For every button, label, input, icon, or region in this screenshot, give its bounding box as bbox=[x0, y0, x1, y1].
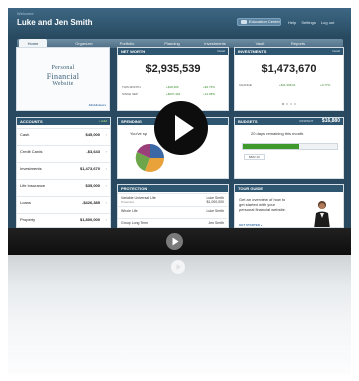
accounts-add-link[interactable]: + Add bbox=[99, 118, 107, 125]
control-play-button[interactable] bbox=[166, 233, 183, 250]
net-worth-row-2-change: +$297,402 bbox=[166, 92, 181, 96]
investments-detail-link[interactable]: Detail bbox=[332, 48, 340, 55]
account-row[interactable]: Cash $45,000 › bbox=[17, 128, 110, 140]
budgets-unspent-label: UNSPENT bbox=[299, 119, 314, 123]
accounts-title: ACCOUNTS bbox=[20, 119, 43, 124]
chevron-right-icon: › bbox=[105, 200, 107, 205]
account-row[interactable]: Life Insurance $35,000 › bbox=[17, 179, 110, 191]
help-link[interactable]: Help bbox=[288, 20, 296, 25]
protection-title: PROTECTION bbox=[121, 186, 148, 191]
education-icon bbox=[241, 20, 247, 24]
policy-amount: $1,000,000 bbox=[206, 200, 224, 204]
net-worth-row-1-pct: +$4.76% bbox=[203, 85, 215, 89]
education-center-label: Education Center bbox=[249, 19, 280, 24]
account-name: Property bbox=[20, 217, 36, 222]
top-links: Help Settings Log out bbox=[288, 20, 338, 25]
account-name: Loans bbox=[20, 200, 31, 205]
investments-change-value: +$11,308.01 bbox=[279, 83, 296, 87]
chevron-right-icon: › bbox=[105, 166, 107, 171]
net-worth-row-2-label: SINCE SEP bbox=[122, 92, 139, 96]
chevron-right-icon: › bbox=[105, 132, 107, 137]
budgets-remaining-text: 20 days remaining this month. bbox=[251, 131, 305, 136]
chevron-right-icon: › bbox=[105, 149, 107, 154]
budgets-header: BUDGETS UNSPENT $16,880 bbox=[235, 118, 343, 125]
budgets-card: BUDGETS UNSPENT $16,880 20 days remainin… bbox=[234, 117, 344, 179]
investments-pager[interactable] bbox=[282, 103, 298, 105]
spending-text: You've sp bbox=[130, 131, 148, 136]
protection-card: PROTECTION Variable Universal Life Prote… bbox=[117, 184, 229, 228]
budget-spent-label: $882.16 bbox=[244, 154, 265, 160]
protection-row[interactable]: Whole Life Luke Smith bbox=[118, 206, 227, 217]
net-worth-title: NET WORTH bbox=[121, 49, 146, 54]
logo-card: Personal Financial Website All Advisors bbox=[16, 47, 110, 111]
account-value: -$426,385 bbox=[81, 200, 100, 205]
spending-title: SPENDING bbox=[121, 119, 142, 124]
reflection-play-glyph bbox=[176, 264, 181, 270]
account-value: $35,000 bbox=[85, 183, 100, 188]
budgets-amount: $16,880 bbox=[321, 118, 340, 124]
logout-link[interactable]: Log out bbox=[321, 20, 334, 25]
tour-guide-text: Get an overview of how to get started wi… bbox=[239, 197, 286, 212]
reflection-play-icon bbox=[171, 260, 185, 274]
play-button[interactable] bbox=[154, 101, 208, 155]
account-name: Credit Cards bbox=[20, 149, 43, 154]
presenter-image bbox=[314, 201, 330, 227]
tour-guide-title: TOUR GUIDE bbox=[238, 186, 264, 191]
net-worth-row-2-pct: +14.38% bbox=[203, 92, 215, 96]
settings-link[interactable]: Settings bbox=[301, 20, 315, 25]
logo-line-3: Website bbox=[52, 81, 74, 87]
investments-header: INVESTMENTS Detail bbox=[235, 48, 343, 55]
policy-name: Group Long Term bbox=[121, 221, 149, 225]
account-row[interactable]: Loans -$426,385 › bbox=[17, 196, 110, 208]
policy-name: Whole Life bbox=[121, 209, 138, 213]
policy-insured: Jen Smith bbox=[208, 221, 224, 225]
net-worth-value: $2,935,539 bbox=[145, 63, 201, 75]
advisors-link[interactable]: All Advisors bbox=[89, 103, 106, 107]
protection-row[interactable]: Variable Universal Life Protected Luke S… bbox=[118, 193, 227, 204]
logo-line-2: Financial bbox=[46, 72, 80, 81]
net-worth-row-1-change: +$18,300 bbox=[166, 85, 179, 89]
control-play-icon bbox=[172, 237, 179, 246]
account-value: $1,800,000 bbox=[79, 217, 100, 222]
play-icon bbox=[175, 115, 194, 141]
budget-progress-bar bbox=[242, 143, 338, 150]
account-name: Investments bbox=[20, 166, 42, 171]
investments-card: INVESTMENTS Detail $1,473,670 CHANGE +$1… bbox=[234, 47, 344, 111]
logo-line-1: Personal bbox=[51, 65, 75, 71]
policy-status: Protected bbox=[121, 200, 134, 204]
investments-change-pct: +0.77% bbox=[320, 83, 331, 87]
policy-insured: Luke Smith bbox=[206, 209, 224, 213]
tour-guide-card: TOUR GUIDE Get an overview of how to get… bbox=[234, 184, 344, 228]
education-center-button[interactable]: Education Center bbox=[237, 18, 281, 26]
tour-guide-header: TOUR GUIDE bbox=[235, 185, 343, 192]
chevron-right-icon: › bbox=[105, 217, 107, 222]
account-value: -$3,643 bbox=[86, 149, 100, 154]
account-row[interactable]: Investments $1,473,670 › bbox=[17, 162, 110, 174]
protection-header: PROTECTION bbox=[118, 185, 228, 192]
budget-progress-fill bbox=[243, 144, 300, 149]
account-row[interactable]: Credit Cards -$3,643 › bbox=[17, 145, 110, 157]
account-row[interactable]: Property $1,800,000 › bbox=[17, 213, 110, 225]
tour-guide-line: personal financial website. bbox=[239, 207, 286, 212]
net-worth-detail-link[interactable]: Detail bbox=[217, 48, 225, 55]
user-name: Luke and Jen Smith bbox=[17, 18, 93, 27]
account-value: $45,000 bbox=[85, 132, 100, 137]
get-started-link[interactable]: GET STARTED » bbox=[239, 223, 262, 227]
video-player: Welcome Luke and Jen Smith Education Cen… bbox=[0, 0, 359, 381]
accounts-header: ACCOUNTS + Add bbox=[17, 118, 110, 125]
chevron-right-icon: › bbox=[105, 183, 107, 188]
accounts-card: ACCOUNTS + Add Cash $45,000 › Credit Cards… bbox=[16, 117, 111, 228]
account-name: Life Insurance bbox=[20, 183, 46, 188]
protection-row[interactable]: Group Long Term Jen Smith bbox=[118, 218, 227, 227]
investments-title: INVESTMENTS bbox=[238, 49, 267, 54]
investments-change-label: CHANGE bbox=[239, 83, 252, 87]
budgets-title: BUDGETS bbox=[238, 119, 258, 124]
welcome-label: Welcome bbox=[17, 11, 34, 16]
net-worth-row-1-label: THIS MONTH bbox=[122, 85, 141, 89]
investments-value: $1,473,670 bbox=[261, 63, 317, 75]
account-name: Cash bbox=[20, 132, 30, 137]
net-worth-header: NET WORTH Detail bbox=[118, 48, 228, 55]
account-value: $1,473,670 bbox=[79, 166, 100, 171]
